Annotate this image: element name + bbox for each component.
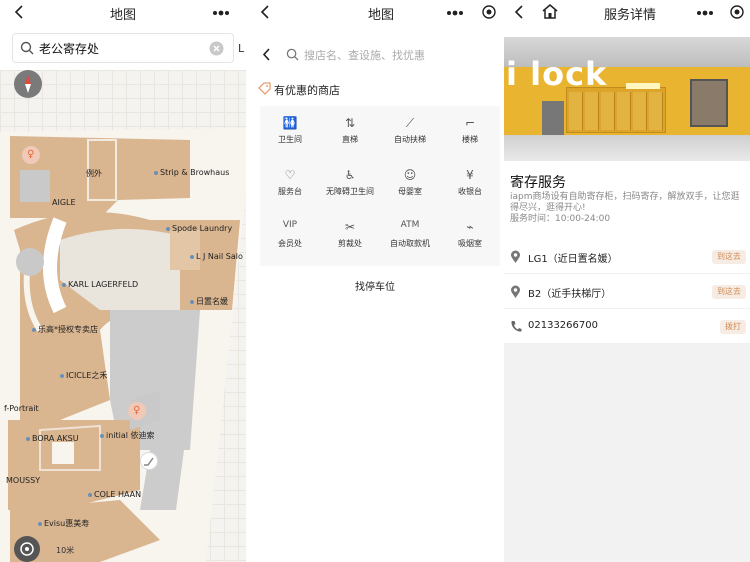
place-label[interactable]: Spode Laundry: [166, 224, 232, 233]
map-topbar: 地图: [0, 0, 246, 26]
locate-button[interactable]: [14, 536, 40, 562]
facility-nursing-room[interactable]: ☺ 母婴室: [380, 164, 440, 214]
facility-stairs[interactable]: ⌐ 楼梯: [440, 112, 500, 162]
back-icon[interactable]: [14, 5, 24, 19]
facility-search-input[interactable]: 搜店名、查设施、找优惠: [304, 47, 425, 63]
phone-row[interactable]: 02133266700 拨打: [504, 310, 750, 344]
escalator-icon: ⟋: [405, 116, 415, 130]
map-screen: 地图 老公寄存处 L ♀ ♀ 例外 Strip & Browhaus AIGLE…: [0, 0, 246, 562]
place-label[interactable]: COLE HAAN: [88, 490, 141, 499]
service-photo: i lock: [504, 37, 750, 161]
call-button[interactable]: 拨打: [720, 320, 746, 334]
promo-stores-link[interactable]: 有优惠的商店: [274, 82, 340, 98]
search-back-icon[interactable]: [262, 48, 271, 61]
facility-tailoring[interactable]: ✂ 剪裁处: [320, 216, 380, 266]
facility-accessible-restroom[interactable]: ♿ 无障碍卫生间: [320, 164, 380, 214]
facility-service-desk[interactable]: ♡ 服务台: [260, 164, 320, 214]
baby-icon: ☺: [403, 168, 417, 182]
floor-plan-shapes: [0, 128, 246, 562]
location-row[interactable]: LG1（近日置名媛） 到这去: [504, 240, 750, 274]
location-pin-icon: [510, 250, 521, 264]
back-icon[interactable]: [514, 5, 524, 19]
next-search-hint: L: [238, 42, 245, 55]
search-value: 老公寄存处: [39, 42, 100, 56]
service-description: iapm商场设有自助寄存柜，扫码寄存，解放双手，让您逛得尽兴，逛得开心! 服务时…: [510, 192, 746, 225]
facility-cashier[interactable]: ¥ 收银台: [440, 164, 500, 214]
clear-icon[interactable]: [209, 41, 224, 56]
heart-icon: ♡: [284, 168, 296, 182]
place-label[interactable]: f-Portrait: [4, 404, 39, 413]
detail-title: 服务详情: [604, 8, 657, 23]
facility-restroom[interactable]: 🚻 卫生间: [260, 112, 320, 162]
home-icon[interactable]: [542, 4, 558, 19]
smoking-icon: ⌁: [466, 220, 474, 234]
detail-topbar: 服务详情: [504, 0, 750, 26]
search-icon: [20, 41, 34, 55]
place-label[interactable]: Strip & Browhaus: [154, 168, 229, 177]
facility-grid: 🚻 卫生间 ⇅ 直梯 ⟋ 自动扶梯 ⌐ 楼梯 ♡ 服务台 ♿ 无障碍卫生间 ☺ 母婴室 ¥ 收银…: [260, 106, 500, 266]
more-icon[interactable]: [696, 10, 714, 16]
tag-icon: [258, 82, 271, 95]
place-label[interactable]: ICICLE之禾: [60, 370, 107, 381]
service-name: 寄存服务: [510, 175, 566, 191]
detail-screen: 服务详情 i lock 寄存服务 iapm商场设有自助寄存柜，扫码寄存，解放双手…: [504, 0, 750, 562]
facility-member-desk[interactable]: VIP 会员处: [260, 216, 320, 266]
restroom-icon: 🚻: [282, 116, 298, 130]
place-label[interactable]: 乐高*授权专卖店: [32, 324, 98, 335]
empty-area: [504, 344, 750, 562]
facility-elevator[interactable]: ⇅ 直梯: [320, 112, 380, 162]
elevator-icon: ⇅: [344, 116, 356, 130]
place-label[interactable]: 日置名媛: [190, 296, 228, 307]
map-title: 地图: [110, 8, 137, 23]
phone-icon: [510, 320, 522, 333]
search-screen: 地图 搜店名、查设施、找优惠 有优惠的商店 🚻 卫生间 ⇅ 直梯 ⟋ 自动扶梯 ⌐ 楼梯…: [250, 0, 500, 562]
yen-icon: ¥: [466, 168, 474, 182]
find-parking-button[interactable]: 找停车位: [250, 278, 500, 293]
location-row[interactable]: B2（近手扶梯厅） 到这去: [504, 275, 750, 309]
service-hours: 服务时间：10:00-24:00: [510, 214, 611, 224]
escalator-marker-icon[interactable]: [140, 452, 158, 470]
restroom-marker-icon[interactable]: ♀: [22, 146, 40, 164]
map-search-input[interactable]: 老公寄存处: [12, 33, 234, 63]
place-label[interactable]: MOUSSY: [6, 476, 40, 485]
place-label[interactable]: initial 依迪索: [100, 430, 155, 441]
location-pin-icon: [510, 285, 521, 299]
restroom-marker-icon[interactable]: ♀: [128, 402, 146, 420]
target-icon[interactable]: [730, 5, 744, 19]
place-label[interactable]: AIGLE: [52, 198, 76, 207]
go-there-button[interactable]: 到这去: [712, 285, 746, 299]
more-icon[interactable]: [212, 10, 230, 16]
search-title: 地图: [368, 8, 395, 23]
atm-icon: ATM: [400, 220, 420, 230]
facility-escalator[interactable]: ⟋ 自动扶梯: [380, 112, 440, 162]
search-icon: [286, 48, 299, 61]
map-scale: 10米: [56, 546, 75, 555]
target-icon[interactable]: [482, 5, 496, 19]
place-label[interactable]: 例外: [86, 168, 102, 179]
facility-smoking-room[interactable]: ⌁ 吸烟室: [440, 216, 500, 266]
place-label[interactable]: Evisu惠美寿: [38, 518, 89, 529]
compass-icon[interactable]: [14, 70, 42, 98]
more-icon[interactable]: [446, 10, 464, 16]
place-label[interactable]: KARL LAGERFELD: [62, 280, 138, 289]
floor-map[interactable]: ♀ ♀ 例外 Strip & Browhaus AIGLE Spode Laun…: [0, 70, 246, 562]
wheelchair-icon: ♿: [344, 168, 356, 182]
search-topbar: 地图: [250, 0, 500, 26]
scissors-icon: ✂: [344, 220, 356, 234]
place-label[interactable]: BORA AKSU: [26, 434, 79, 443]
facility-atm[interactable]: ATM 自动取款机: [380, 216, 440, 266]
vip-icon: VIP: [282, 220, 298, 230]
back-icon[interactable]: [260, 5, 270, 19]
stairs-icon: ⌐: [464, 116, 476, 130]
go-there-button[interactable]: 到这去: [712, 250, 746, 264]
place-label[interactable]: L J Nail Salo: [190, 252, 243, 261]
